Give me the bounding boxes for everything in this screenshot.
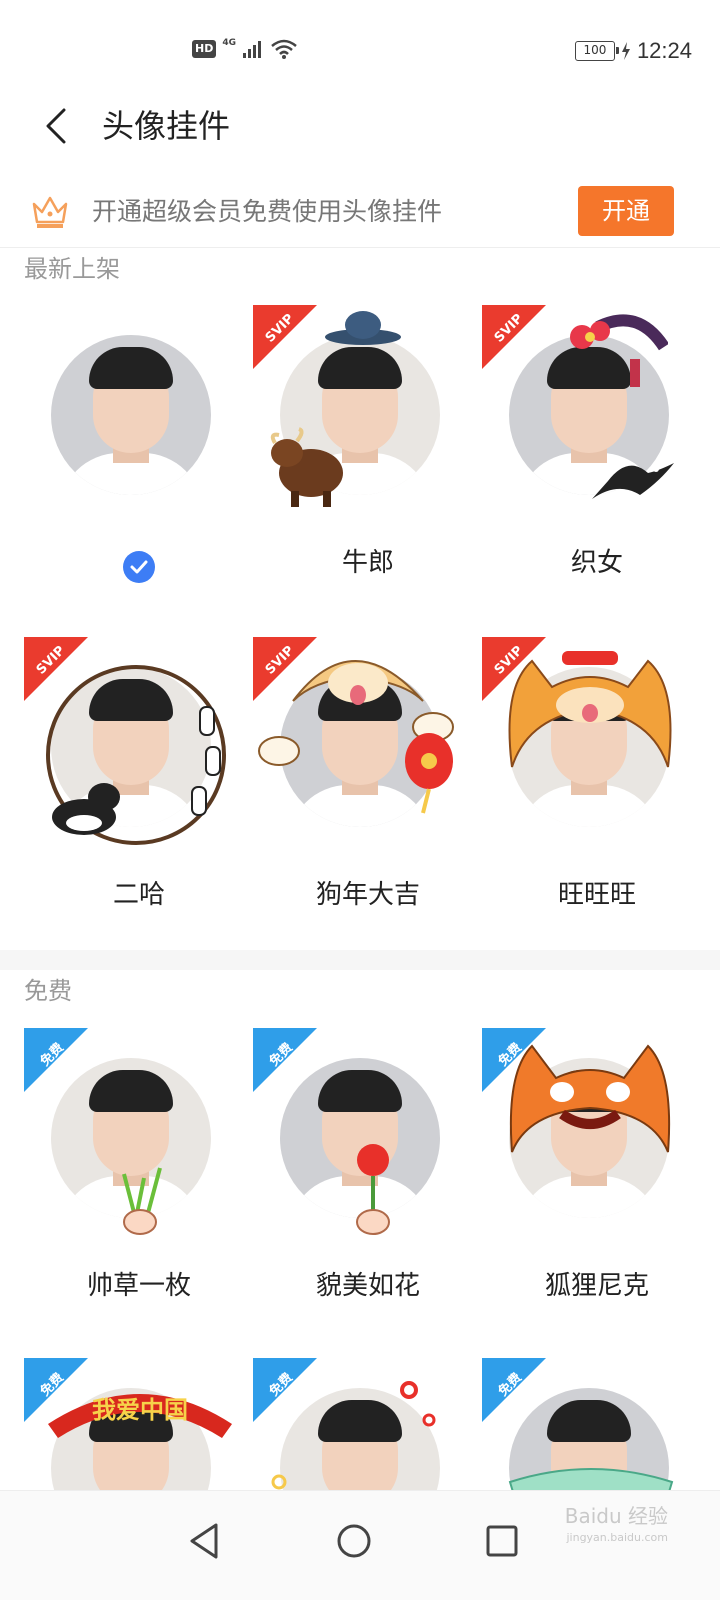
pendant-name: 旺旺旺 xyxy=(557,880,636,910)
pendant-item[interactable]: SVIP 织女 xyxy=(482,305,712,625)
pendant-item[interactable]: SVIP 二哈 xyxy=(24,637,254,957)
selected-check-icon xyxy=(123,551,155,583)
banner-text: 我爱中国 xyxy=(92,1396,188,1424)
pendant-name: 织女 xyxy=(570,548,623,578)
pendant-name: 二哈 xyxy=(112,880,165,910)
magpie-decoration-icon xyxy=(592,463,674,499)
charging-icon xyxy=(621,42,630,60)
back-arrow-icon xyxy=(46,108,66,144)
header: 头像挂件 xyxy=(0,100,720,180)
svip-badge: SVIP xyxy=(253,637,317,701)
nav-recents-button[interactable] xyxy=(472,1511,532,1571)
avatar xyxy=(51,335,211,495)
pendant-item[interactable]: 免费 貌美如花 xyxy=(253,1028,483,1348)
svip-badge: SVIP xyxy=(24,637,88,701)
avatar-preview xyxy=(24,305,254,515)
svip-badge: SVIP xyxy=(482,637,546,701)
pendant-name: 牛郎 xyxy=(341,548,394,578)
free-badge: 免费 xyxy=(24,1028,88,1092)
pendant-name: 狗年大吉 xyxy=(315,880,420,910)
page-title: 头像挂件 xyxy=(102,107,231,145)
network-type: 4G xyxy=(222,38,236,48)
pendant-name: 貌美如花 xyxy=(315,1271,420,1301)
triangle-back-icon xyxy=(190,1523,218,1559)
hd-badge: HD xyxy=(192,40,217,58)
pendant-name: 狐狸尼克 xyxy=(544,1271,649,1301)
nav-back-button[interactable] xyxy=(176,1511,236,1571)
watermark-logo: Baidu 经验 xyxy=(564,1504,668,1528)
pendant-item[interactable]: SVIP 牛郎 xyxy=(253,305,483,625)
status-icons-right: 100 12:24 xyxy=(574,38,692,64)
signal-icon xyxy=(243,41,261,58)
svip-badge: SVIP xyxy=(253,305,317,369)
status-icons-left: HD 4G xyxy=(192,38,298,60)
section-title-free: 免费 xyxy=(24,977,72,1005)
section-divider xyxy=(0,950,720,970)
rose-hand-icon xyxy=(356,1144,390,1235)
flower-hairpiece-icon xyxy=(570,314,668,387)
open-svip-button[interactable]: 开通 xyxy=(578,186,674,236)
watermark-url: jingyan.baidu.com xyxy=(566,1531,668,1544)
banner-text: 开通超级会员免费使用头像挂件 xyxy=(92,197,443,226)
clock: 12:24 xyxy=(636,38,692,63)
ox-decoration-icon xyxy=(270,427,343,507)
free-badge: 免费 xyxy=(253,1358,317,1422)
free-badge: 免费 xyxy=(253,1028,317,1092)
pendant-item[interactable]: 免费 狐狸尼克 xyxy=(482,1028,712,1348)
svip-badge: SVIP xyxy=(482,305,546,369)
pendant-item[interactable]: SVIP 狗年大吉 xyxy=(253,637,483,957)
status-bar: HD 4G 100 12:24 xyxy=(0,0,720,100)
pendant-item[interactable] xyxy=(24,305,254,625)
free-badge: 免费 xyxy=(482,1028,546,1092)
battery-icon: 100 xyxy=(574,41,619,61)
wifi-icon xyxy=(271,39,297,59)
free-badge: 免费 xyxy=(482,1358,546,1422)
hat-decoration-icon xyxy=(325,311,401,345)
crown-icon xyxy=(32,196,68,228)
square-recents-icon xyxy=(486,1525,518,1557)
back-button[interactable] xyxy=(36,104,80,148)
circle-home-icon xyxy=(337,1524,371,1558)
free-badge: 免费 xyxy=(24,1358,88,1422)
svip-promo-banner: 开通超级会员免费使用头像挂件 开通 xyxy=(0,180,720,248)
watermark: Baidu 经验 jingyan.baidu.com xyxy=(565,1505,668,1549)
grass-hand-icon xyxy=(122,1167,162,1235)
section-title-latest: 最新上架 xyxy=(24,255,120,283)
battery-level: 100 xyxy=(583,43,607,57)
pendant-item[interactable]: 免费 帅草一枚 xyxy=(24,1028,254,1348)
nav-home-button[interactable] xyxy=(324,1511,384,1571)
pendant-item[interactable]: SVIP 旺旺旺 xyxy=(482,637,712,957)
pendant-name: 帅草一枚 xyxy=(86,1271,191,1301)
